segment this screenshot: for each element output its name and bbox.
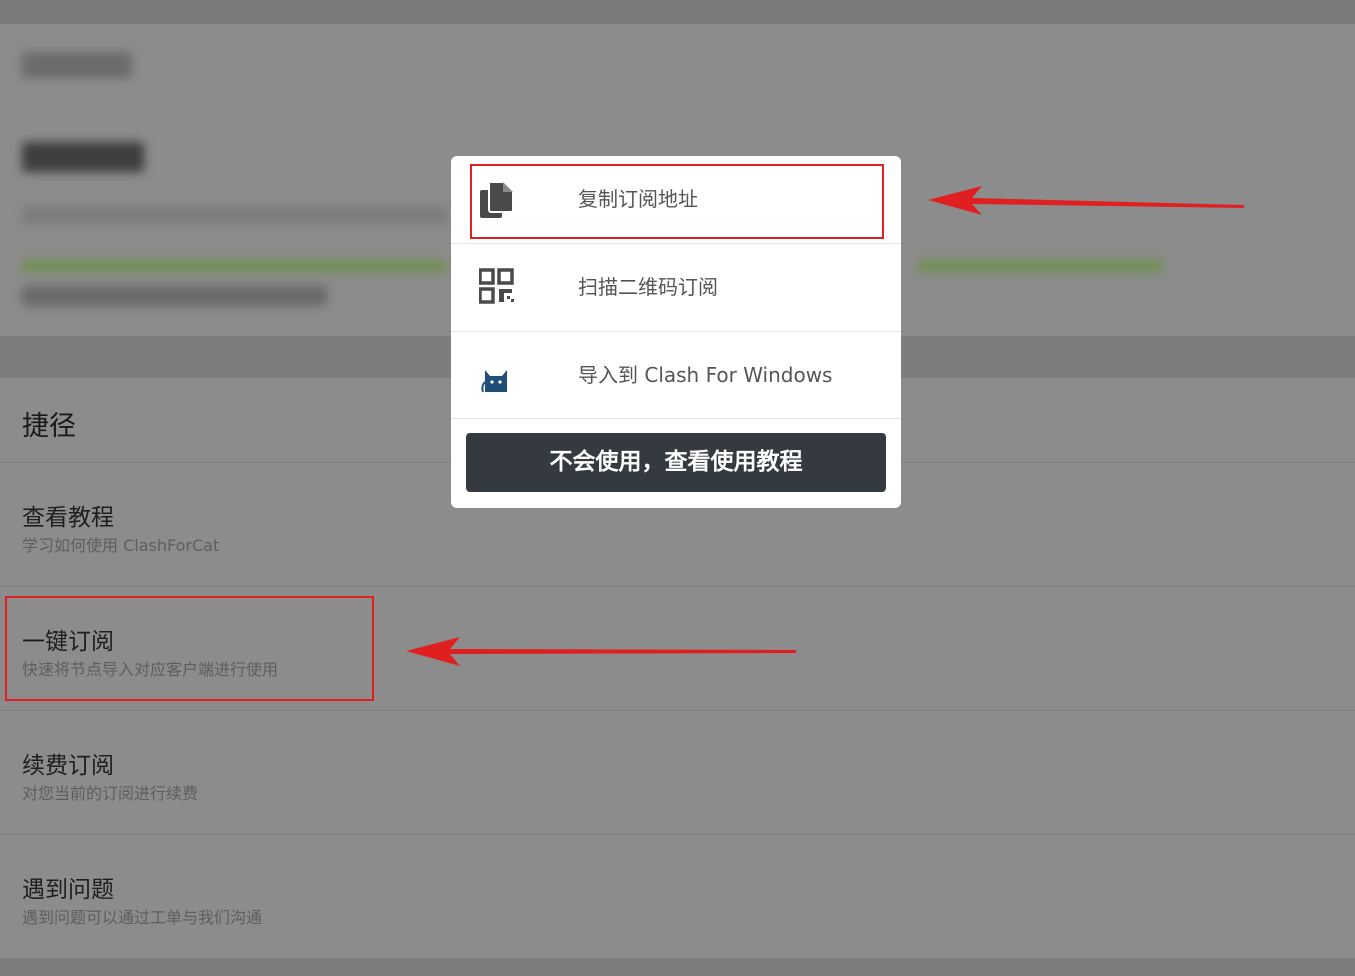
blurred-usage-text — [22, 286, 327, 306]
shortcuts-title: 捷径 — [22, 411, 76, 442]
clash-cat-icon — [479, 356, 515, 396]
blurred-plan-name — [22, 142, 144, 172]
divider — [0, 586, 1355, 587]
highlight-box-subscribe — [5, 596, 374, 701]
arrow-to-copy — [928, 186, 1244, 215]
divider — [0, 834, 1355, 835]
view-tutorial-button[interactable]: 不会使用，查看使用教程 — [466, 433, 886, 492]
shortcut-problem-desc: 遇到问题可以通过工单与我们沟通 — [22, 908, 263, 927]
import-clash-item[interactable]: 导入到 Clash For Windows — [451, 332, 901, 419]
shortcut-renew-desc: 对您当前的订阅进行续费 — [22, 784, 199, 803]
scan-qrcode-item[interactable]: 扫描二维码订阅 — [451, 244, 901, 331]
bottom-strip — [0, 958, 1355, 976]
blurred-progress-bar — [22, 260, 447, 272]
import-clash-label: 导入到 Clash For Windows — [578, 363, 833, 387]
blurred-card-title — [22, 52, 132, 78]
shortcut-renew-title: 续费订阅 — [22, 753, 114, 779]
blurred-progress-bar-right — [918, 260, 1163, 272]
blurred-plan-info — [22, 206, 447, 224]
qrcode-icon — [478, 268, 515, 308]
shortcut-tutorial-desc: 学习如何使用 ClashForCat — [22, 536, 220, 555]
divider — [0, 710, 1355, 711]
arrow-to-subscribe — [406, 637, 796, 666]
shortcut-tutorial-title: 查看教程 — [22, 505, 114, 531]
shortcut-problem-title: 遇到问题 — [22, 877, 114, 903]
highlight-box-copy — [470, 164, 884, 239]
scan-qrcode-label: 扫描二维码订阅 — [578, 275, 718, 299]
menu-separator — [451, 418, 901, 419]
top-bar — [0, 0, 1355, 24]
